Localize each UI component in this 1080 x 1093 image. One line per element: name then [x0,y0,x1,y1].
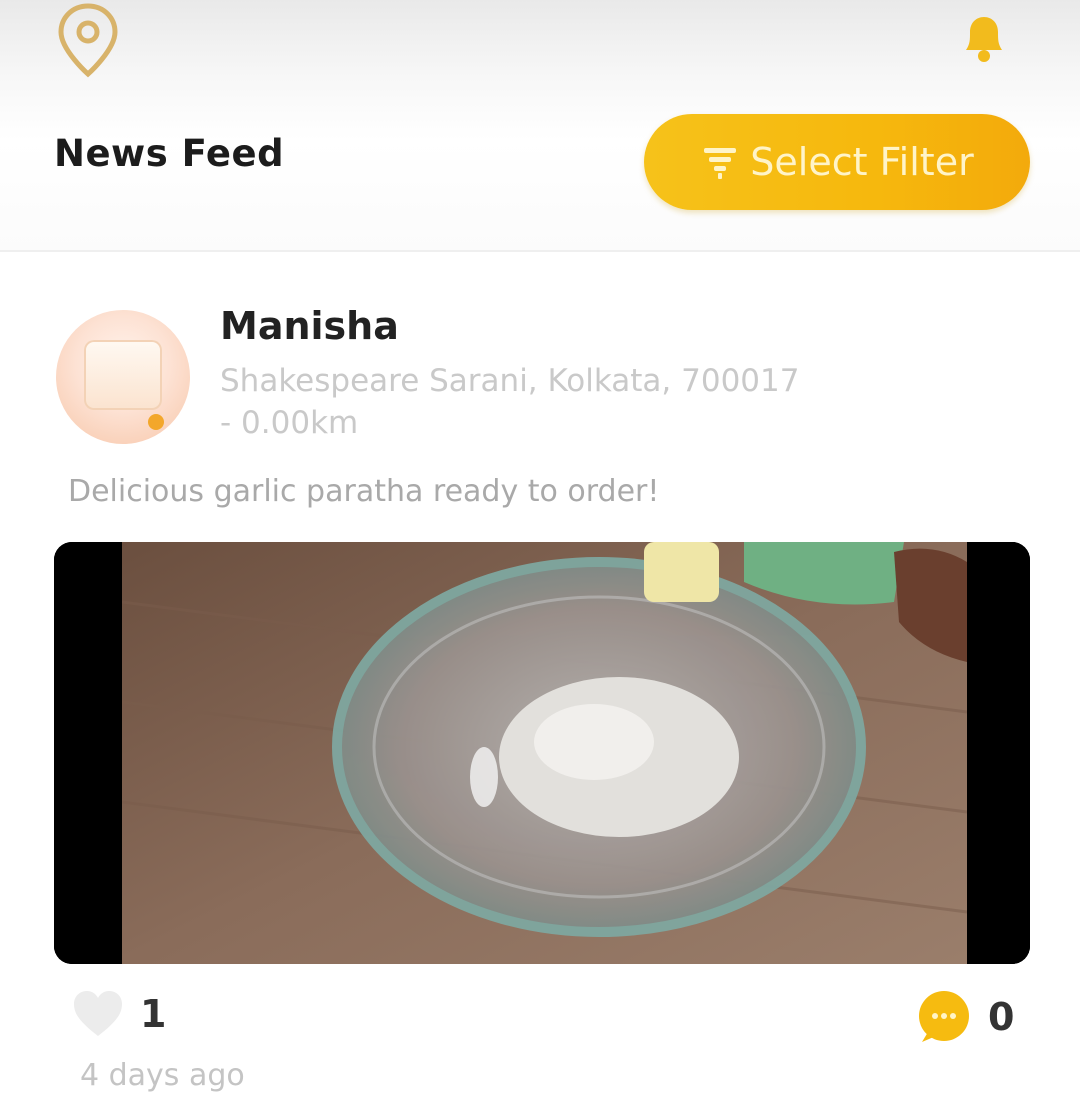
post-author-name[interactable]: Manisha [220,304,399,348]
post-timestamp: 4 days ago [80,1058,245,1093]
post-distance: - 0.00km [220,405,359,441]
like-stat[interactable]: 1 [70,988,166,1040]
avatar-badge [148,414,164,430]
avatar[interactable] [56,310,190,444]
page-title: News Feed [54,132,285,175]
post-caption: Delicious garlic paratha ready to order! [68,474,660,509]
post-location: Shakespeare Sarani, Kolkata, 700017 - 0.… [220,360,940,444]
top-app-bar: News Feed Select Filter [0,0,1080,252]
video-frame-image [54,542,1030,964]
filter-icon [704,148,737,179]
avatar-image [84,340,162,410]
post-video[interactable] [54,542,1030,964]
like-count: 1 [140,992,167,1036]
select-filter-button[interactable]: Select Filter [644,114,1030,210]
select-filter-label: Select Filter [750,140,974,184]
heart-icon[interactable] [70,988,126,1040]
comment-stat[interactable]: 0 [916,990,1014,1044]
bell-icon[interactable] [956,10,1012,66]
comment-count: 0 [988,995,1015,1039]
post-address: Shakespeare Sarani, Kolkata, 700017 [220,363,800,399]
location-pin-icon[interactable] [54,2,122,78]
chat-bubble-icon[interactable] [916,990,972,1044]
